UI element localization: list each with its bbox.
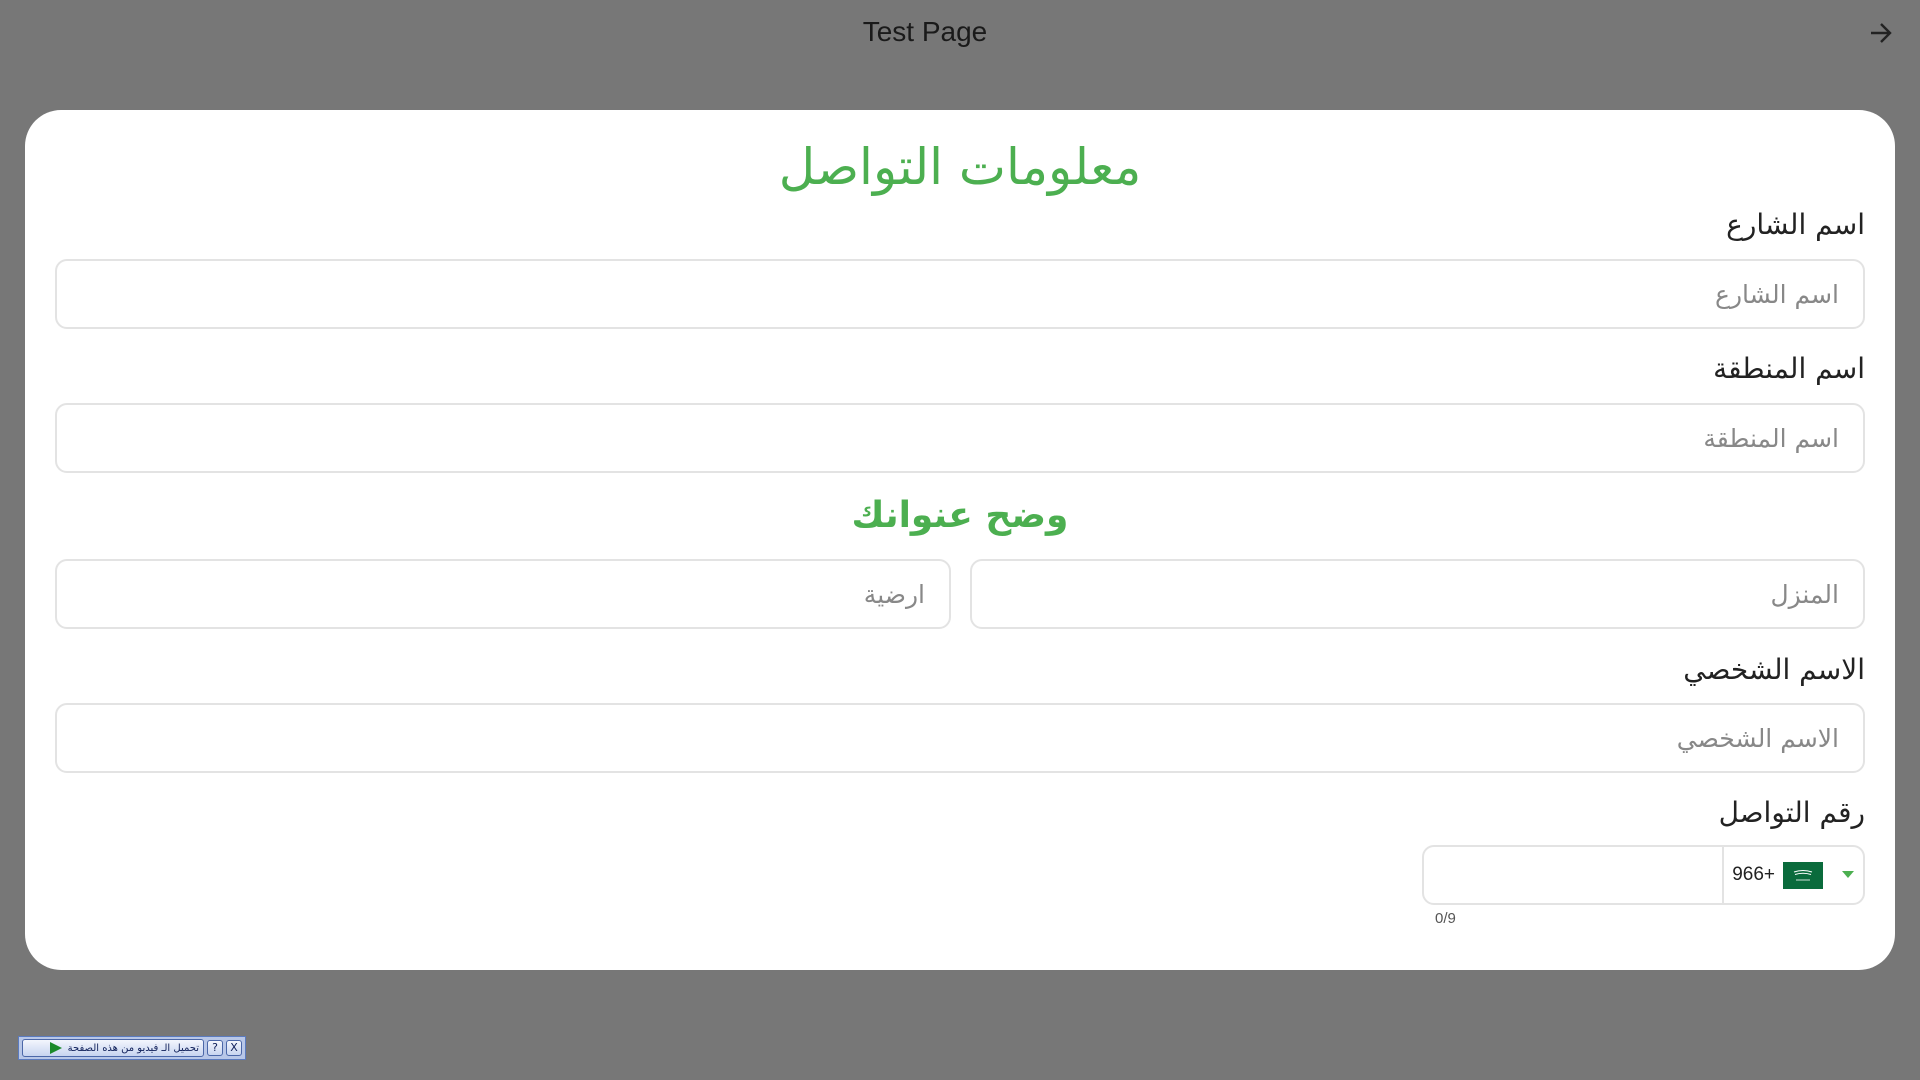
district-name-input[interactable]: اسم المنطقة	[55, 403, 1865, 473]
floor-placeholder: ارضية	[863, 579, 925, 609]
saudi-flag-icon	[1783, 861, 1823, 889]
street-name-placeholder: اسم الشارع	[1715, 279, 1839, 309]
street-name-input[interactable]: اسم الشارع	[55, 259, 1865, 329]
download-video-label: تحميل الـ فيديو من هذه الصفحة	[67, 1042, 199, 1054]
video-download-toolbar: تحميل الـ فيديو من هذه الصفحة ? X	[18, 1036, 246, 1060]
address-subheading: وضح عنوانك	[851, 495, 1069, 536]
phone-divider	[1722, 847, 1725, 903]
district-name-label: اسم المنطقة	[1713, 352, 1865, 385]
house-placeholder: المنزل	[1770, 579, 1839, 609]
close-button[interactable]: X	[226, 1040, 242, 1056]
phone-number-input[interactable]	[1424, 847, 1722, 903]
arrow-right-icon[interactable]	[1866, 18, 1896, 48]
country-dropdown-icon[interactable]	[1833, 871, 1863, 879]
page-title: Test Page	[862, 16, 988, 47]
street-name-label: اسم الشارع	[1726, 208, 1865, 241]
phone-label: رقم التواصل	[1718, 796, 1865, 829]
floor-input[interactable]: ارضية	[55, 559, 951, 629]
download-video-button[interactable]: تحميل الـ فيديو من هذه الصفحة	[22, 1039, 204, 1057]
help-button[interactable]: ?	[207, 1040, 223, 1056]
house-input[interactable]: المنزل	[970, 559, 1865, 629]
form-heading: معلومات التواصل	[778, 138, 1142, 196]
app-bar: Test Page	[0, 0, 1920, 70]
contact-form-card: معلومات التواصل اسم الشارع اسم الشارع اس…	[25, 110, 1895, 970]
phone-char-counter: 0/9	[1435, 910, 1456, 927]
play-icon	[49, 1042, 62, 1054]
phone-field: 966+	[1422, 845, 1865, 905]
personal-name-input[interactable]: الاسم الشخصي	[55, 703, 1865, 773]
personal-name-placeholder: الاسم الشخصي	[1676, 723, 1839, 753]
district-name-placeholder: اسم المنطقة	[1703, 423, 1839, 453]
country-code: 966+	[1732, 864, 1775, 885]
personal-name-label: الاسم الشخصي	[1683, 653, 1865, 686]
